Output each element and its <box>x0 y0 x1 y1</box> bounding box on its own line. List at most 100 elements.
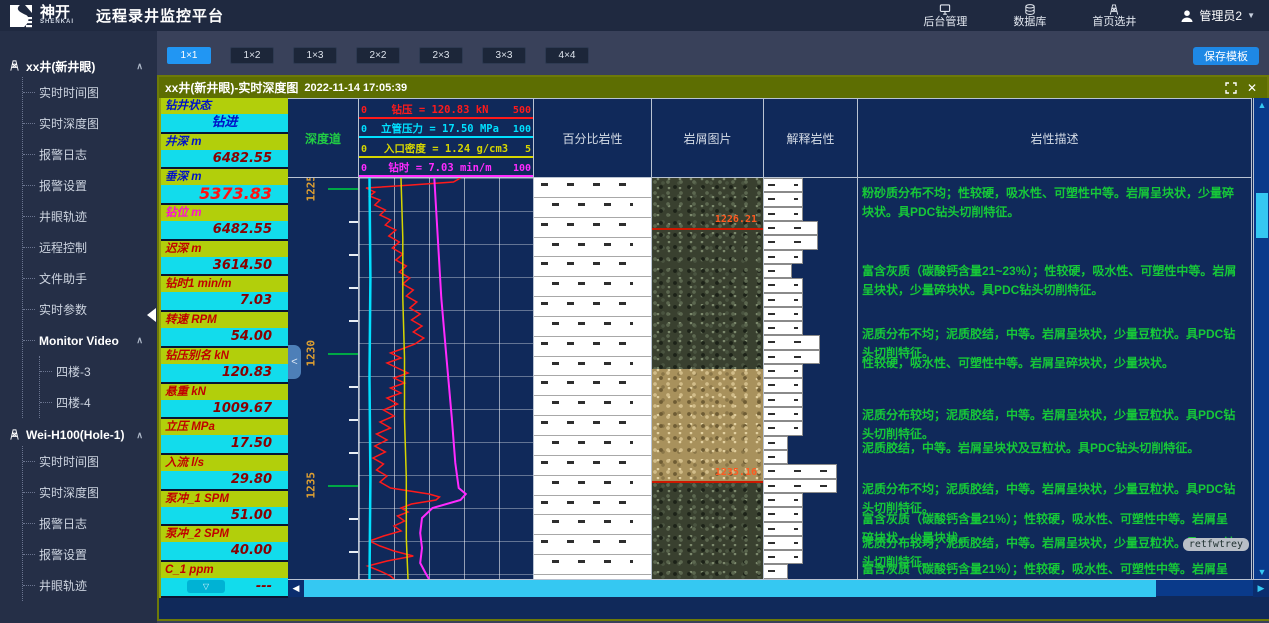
interp-lithology-block <box>764 479 837 493</box>
cuttings-photo <box>652 178 763 369</box>
nav-item-数据库[interactable]: 数据库 <box>1013 4 1046 28</box>
depth-minor-tick <box>349 320 358 322</box>
sidebar-item-实时深度图[interactable]: 实时深度图 <box>23 108 157 139</box>
sidebar-item-label: Monitor Video <box>39 334 119 348</box>
scroll-up-icon[interactable]: ▲ <box>1256 100 1268 110</box>
well-node-Wei-H100(Hole-1)[interactable]: Wei-H100(Hole-1)∧ <box>0 424 157 446</box>
close-icon[interactable]: ✕ <box>1247 82 1257 94</box>
nav-item-label: 数据库 <box>1013 16 1046 28</box>
depth-minor-tick <box>349 287 358 289</box>
interp-lithology-block <box>764 364 803 378</box>
well-tree-sidebar: xx井(新井眼)∧实时时间图实时深度图报警日志报警设置井眼轨迹远程控制文件助手实… <box>0 31 157 623</box>
collapse-caret-icon[interactable]: ∧ <box>136 61 143 72</box>
user-caret-icon: ▼ <box>1247 11 1255 20</box>
layout-button-4×4[interactable]: 4×4 <box>545 47 589 64</box>
sidebar-item-四楼-3[interactable]: 四楼-3 <box>40 356 157 387</box>
sidebar-item-实时深度图[interactable]: 实时深度图 <box>23 477 157 508</box>
scroll-left-icon[interactable]: ◀ <box>288 580 304 597</box>
curve-plot <box>359 178 534 579</box>
interp-lithology-block <box>764 507 803 521</box>
well-node-xx井(新井眼)[interactable]: xx井(新井眼)∧ <box>0 55 157 77</box>
parameter-value: 120.83 <box>161 364 288 382</box>
interp-lithology-block <box>764 464 837 478</box>
layout-button-3×3[interactable]: 3×3 <box>482 47 526 64</box>
brand-name-en: SHENKAI <box>40 19 74 25</box>
layout-button-1×3[interactable]: 1×3 <box>293 47 337 64</box>
sidebar-item-井眼轨迹[interactable]: 井眼轨迹 <box>23 570 157 601</box>
layout-button-2×2[interactable]: 2×2 <box>356 47 400 64</box>
percent-lithology-row <box>534 302 651 317</box>
interp-lithology-block <box>764 178 803 192</box>
sidebar-item-报警设置[interactable]: 报警设置 <box>23 539 157 570</box>
parameter-value: 17.50 <box>161 435 288 453</box>
collapse-caret-icon[interactable]: ∧ <box>136 430 143 441</box>
cuttings-photo-track: 1226.211235.16 <box>652 178 764 579</box>
parameter-dropdown-button[interactable]: ▽ <box>187 580 225 593</box>
legend-max: 100 <box>513 123 531 136</box>
layout-button-2×3[interactable]: 2×3 <box>419 47 463 64</box>
collapse-caret-icon[interactable]: ∧ <box>136 335 143 346</box>
lithology-description-track: 粉砂质分布不均；性较硬，吸水性、可塑性中等。岩屑呈块状，少量碎块状。具PDC钻头… <box>858 178 1252 579</box>
sidebar-item-井眼轨迹[interactable]: 井眼轨迹 <box>23 201 157 232</box>
sidebar-item-报警日志[interactable]: 报警日志 <box>23 508 157 539</box>
scroll-down-icon[interactable]: ▼ <box>1256 567 1268 577</box>
legend-min: 0 <box>361 104 367 117</box>
lithology-pattern <box>552 282 634 285</box>
layout-button-1×1[interactable]: 1×1 <box>167 47 211 64</box>
lithology-pattern <box>768 384 798 386</box>
lithology-pattern <box>768 299 798 301</box>
lithology-pattern <box>768 542 798 544</box>
lithology-pattern <box>768 528 798 530</box>
vertical-scrollbar[interactable]: ▲ ▼ <box>1253 98 1269 579</box>
lithology-pattern <box>552 203 634 206</box>
percent-lithology-row <box>534 362 651 377</box>
depth-chart: < 深度道 0钻压 = 120.83 kN5000立管压力 = 17.50 MP… <box>288 98 1269 619</box>
lithology-pattern <box>768 241 813 243</box>
sidebar-item-文件助手[interactable]: 文件助手 <box>23 263 157 294</box>
collapse-curve-panel-button[interactable]: < <box>288 345 301 379</box>
horizontal-scrollbar[interactable]: ◀ ▶ <box>288 579 1269 596</box>
maximize-icon[interactable] <box>1225 82 1237 94</box>
sidebar-item-label: 报警日志 <box>39 515 87 532</box>
nav-item-首页选井[interactable]: 首页选井 <box>1092 4 1136 28</box>
parameter-钻压别名: 钻压别名 kN120.83 <box>161 348 288 384</box>
parameter-label: 泵冲_1 SPM <box>161 491 288 507</box>
sidebar-item-label: 报警设置 <box>39 546 87 563</box>
lithology-pattern <box>541 302 644 305</box>
sidebar-collapse-handle[interactable] <box>147 308 156 322</box>
legend-min: 0 <box>361 143 367 156</box>
hover-tooltip: retfwtrey <box>1183 538 1249 551</box>
well-group: Wei-H100(Hole-1)∧实时时间图实时深度图报警日志报警设置井眼轨迹 <box>0 424 157 601</box>
sidebar-item-实时时间图[interactable]: 实时时间图 <box>23 77 157 108</box>
interp-lithology-block <box>764 321 803 335</box>
nav-item-后台管理[interactable]: 后台管理 <box>923 4 967 28</box>
lithology-pattern <box>768 399 798 401</box>
window-timestamp: 2022-11-14 17:05:39 <box>304 82 407 94</box>
depth-log-window: xx井(新井眼)-实时深度图 2022-11-14 17:05:39 ✕ 钻井状… <box>157 75 1269 621</box>
percent-lithology-row <box>534 282 651 297</box>
interp-lithology-block <box>764 522 803 536</box>
top-nav: 后台管理数据库 首页选井 <box>923 4 1136 28</box>
lithology-pattern <box>768 227 813 229</box>
horizontal-scroll-thumb[interactable] <box>304 580 1156 597</box>
lithology-pattern <box>541 501 644 504</box>
sidebar-item-Monitor Video[interactable]: Monitor Video ∧ <box>23 325 157 356</box>
sidebar-item-四楼-4[interactable]: 四楼-4 <box>40 387 157 418</box>
depth-minor-tick <box>349 518 358 520</box>
sidebar-item-实时参数[interactable]: 实时参数 <box>23 294 157 325</box>
nav-item-label: 首页选井 <box>1092 16 1136 28</box>
lithology-pattern <box>541 262 644 265</box>
sidebar-item-实时时间图[interactable]: 实时时间图 <box>23 446 157 477</box>
lithology-pattern <box>768 442 783 444</box>
parameter-泵冲_1: 泵冲_1 SPM51.00 <box>161 491 288 527</box>
scroll-right-icon[interactable]: ▶ <box>1253 580 1269 597</box>
sidebar-item-报警日志[interactable]: 报警日志 <box>23 139 157 170</box>
user-menu[interactable]: 管理员2 ▼ <box>1180 7 1255 24</box>
sidebar-item-远程控制[interactable]: 远程控制 <box>23 232 157 263</box>
percent-lithology-row <box>534 381 651 396</box>
sidebar-item-报警设置[interactable]: 报警设置 <box>23 170 157 201</box>
vertical-scroll-thumb[interactable] <box>1256 193 1268 238</box>
layout-button-1×2[interactable]: 1×2 <box>230 47 274 64</box>
parameter-value: 钻进 <box>161 114 288 132</box>
save-template-button[interactable]: 保存模板 <box>1193 47 1259 65</box>
